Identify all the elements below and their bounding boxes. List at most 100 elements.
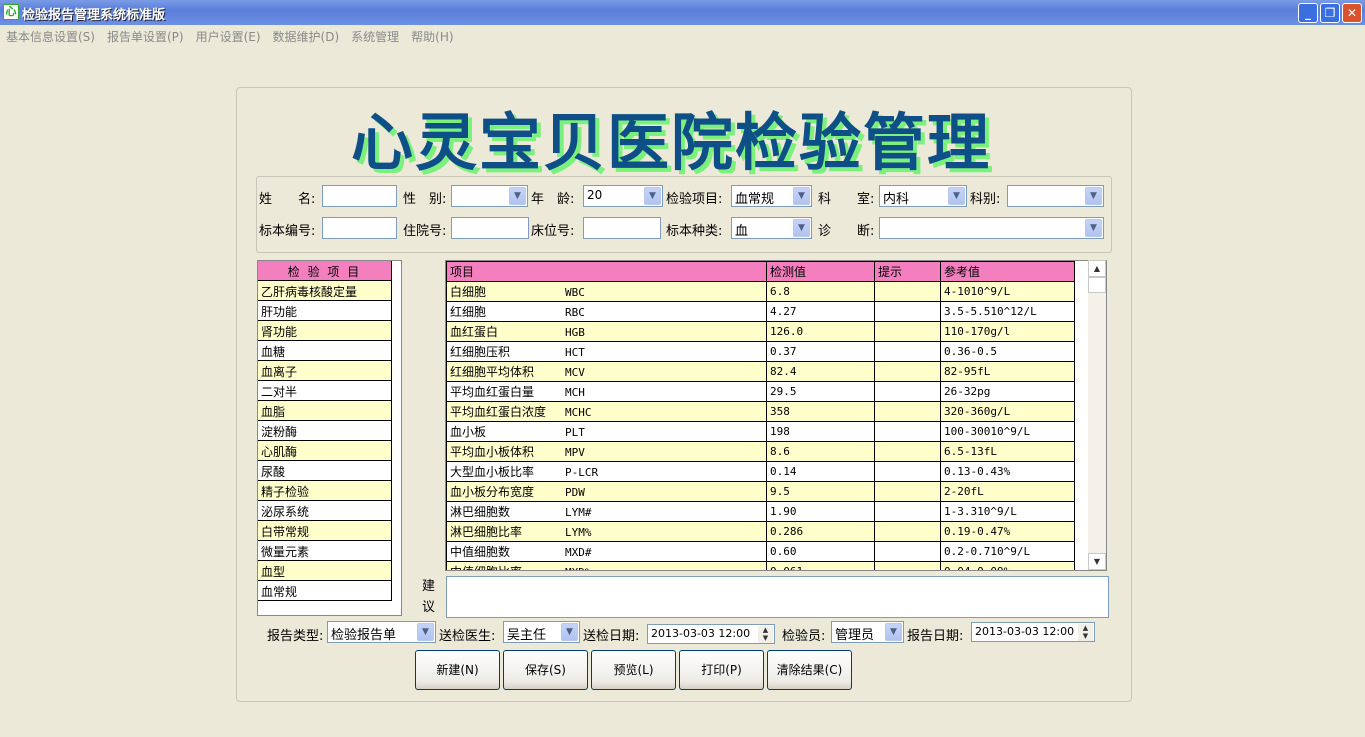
value-cell[interactable]: 4.27 <box>766 301 875 322</box>
hint-cell[interactable] <box>874 521 941 542</box>
test-list-item[interactable]: 血脂 <box>258 401 392 421</box>
item-cell[interactable]: 血小板 PLT <box>446 421 767 442</box>
item-cell[interactable]: 中值细胞比率MXD% <box>446 561 767 570</box>
chevron-down-icon[interactable]: ▼ <box>793 187 810 205</box>
result-row[interactable]: 大型血小板比率 P-LCR 0.14 0.13-0.43% <box>446 461 1075 482</box>
menu-basic-info[interactable]: 基本信息设置(S) <box>0 25 101 45</box>
ref-cell[interactable]: 2-20fL <box>940 481 1075 502</box>
hint-cell[interactable] <box>874 281 941 302</box>
inspector-select[interactable]: 管理员 ▼ <box>831 621 904 643</box>
clear-results-button[interactable]: 清除结果(C) <box>767 650 852 690</box>
ref-cell[interactable]: 4-1010^9/L <box>940 281 1075 302</box>
ref-cell[interactable]: 100-30010^9/L <box>940 421 1075 442</box>
value-cell[interactable]: 0.286 <box>766 521 875 542</box>
item-cell[interactable]: 血小板分布宽度 PDW <box>446 481 767 502</box>
advice-textarea[interactable] <box>446 576 1109 618</box>
result-row[interactable]: 红细胞 RBC 4.27 3.5-5.510^12/L <box>446 301 1075 322</box>
result-row[interactable]: 中值细胞数 MXD# 0.60 0.2-0.710^9/L <box>446 541 1075 562</box>
result-row[interactable]: 血红蛋白 HGB 126.0 110-170g/l <box>446 321 1075 342</box>
item-cell[interactable]: 大型血小板比率 P-LCR <box>446 461 767 482</box>
item-cell[interactable]: 白细胞 WBC <box>446 281 767 302</box>
spinner-icon[interactable]: ▲ ▼ <box>758 626 773 643</box>
item-cell[interactable]: 血红蛋白 HGB <box>446 321 767 342</box>
preview-button[interactable]: 预览(L) <box>591 650 676 690</box>
age-select[interactable]: 20 ▼ <box>583 185 663 207</box>
chevron-down-icon[interactable]: ▼ <box>948 187 965 205</box>
scroll-down-icon[interactable]: ▼ <box>1088 553 1106 570</box>
value-cell[interactable]: 0.14 <box>766 461 875 482</box>
hint-cell[interactable] <box>874 461 941 482</box>
test-list-item[interactable]: 血糖 <box>258 341 392 361</box>
value-cell[interactable]: 1.90 <box>766 501 875 522</box>
item-cell[interactable]: 平均血小板体积 MPV <box>446 441 767 462</box>
test-list-item[interactable]: 乙肝病毒核酸定量 <box>258 281 392 301</box>
dept-select[interactable]: 内科 ▼ <box>879 185 967 207</box>
new-button[interactable]: 新建(N) <box>415 650 500 690</box>
result-row[interactable]: 白细胞 WBC 6.8 4-1010^9/L <box>446 281 1075 302</box>
hint-cell[interactable] <box>874 501 941 522</box>
doctor-select[interactable]: 吴主任 ▼ <box>503 621 580 643</box>
hint-cell[interactable] <box>874 381 941 402</box>
value-cell[interactable]: 198 <box>766 421 875 442</box>
menu-help[interactable]: 帮助(H) <box>405 25 459 45</box>
chevron-down-icon[interactable]: ▼ <box>417 623 434 641</box>
col-ref[interactable]: 参考值 <box>940 261 1075 282</box>
test-list-item[interactable]: 白带常规 <box>258 521 392 541</box>
ref-cell[interactable]: 0.36-0.5 <box>940 341 1075 362</box>
test-list-item[interactable]: 泌尿系统 <box>258 501 392 521</box>
ref-cell[interactable]: 110-170g/l <box>940 321 1075 342</box>
ref-cell[interactable]: 6.5-13fL <box>940 441 1075 462</box>
hint-cell[interactable] <box>874 301 941 322</box>
chevron-down-icon[interactable]: ▼ <box>1085 187 1102 205</box>
item-cell[interactable]: 平均血红蛋白量 MCH <box>446 381 767 402</box>
col-hint[interactable]: 提示 <box>874 261 941 282</box>
test-list-item[interactable]: 尿酸 <box>258 461 392 481</box>
specimen-no-input[interactable] <box>322 217 397 239</box>
test-list-item[interactable]: 心肌酶 <box>258 441 392 461</box>
item-cell[interactable]: 平均血红蛋白浓度 MCHC <box>446 401 767 422</box>
hint-cell[interactable] <box>874 341 941 362</box>
menu-data-maintenance[interactable]: 数据维护(D) <box>267 25 346 45</box>
specimen-type-select[interactable]: 血 ▼ <box>731 217 812 239</box>
test-list-item[interactable]: 肝功能 <box>258 301 392 321</box>
name-input[interactable] <box>322 185 397 207</box>
value-cell[interactable]: 0.60 <box>766 541 875 562</box>
report-type-select[interactable]: 检验报告单 ▼ <box>327 621 436 643</box>
hint-cell[interactable] <box>874 421 941 442</box>
value-cell[interactable]: 9.5 <box>766 481 875 502</box>
hint-cell[interactable] <box>874 541 941 562</box>
chevron-down-icon[interactable]: ▼ <box>509 187 526 205</box>
report-date-picker[interactable]: 2013-03-03 12:00 ▲ ▼ <box>971 622 1095 642</box>
ref-cell[interactable]: 0.2-0.710^9/L <box>940 541 1075 562</box>
result-row[interactable]: 淋巴细胞比率 LYM% 0.286 0.19-0.47% <box>446 521 1075 542</box>
ref-cell[interactable]: 320-360g/L <box>940 401 1075 422</box>
inpatient-no-input[interactable] <box>451 217 529 239</box>
item-cell[interactable]: 红细胞平均体积 MCV <box>446 361 767 382</box>
chevron-down-icon[interactable]: ▼ <box>1085 219 1102 237</box>
ref-cell[interactable]: 3.5-5.510^12/L <box>940 301 1075 322</box>
test-list-item[interactable]: 血离子 <box>258 361 392 381</box>
subdept-select[interactable]: ▼ <box>1007 185 1104 207</box>
bed-no-input[interactable] <box>583 217 661 239</box>
test-list-item[interactable]: 二对半 <box>258 381 392 401</box>
result-row[interactable]: 血小板分布宽度 PDW 9.5 2-20fL <box>446 481 1075 502</box>
col-item[interactable]: 项目 <box>446 261 767 282</box>
ref-cell[interactable]: 0.19-0.47% <box>940 521 1075 542</box>
hint-cell[interactable] <box>874 401 941 422</box>
send-date-picker[interactable]: 2013-03-03 12:00 ▲ ▼ <box>647 624 775 644</box>
item-cell[interactable]: 中值细胞数 MXD# <box>446 541 767 562</box>
test-list-item[interactable]: 血常规 <box>258 581 392 601</box>
value-cell[interactable]: 126.0 <box>766 321 875 342</box>
hint-cell[interactable] <box>874 361 941 382</box>
item-cell[interactable]: 淋巴细胞数 LYM# <box>446 501 767 522</box>
restore-button[interactable]: ❐ <box>1320 3 1340 23</box>
hint-cell[interactable] <box>874 441 941 462</box>
value-cell[interactable]: 6.8 <box>766 281 875 302</box>
menu-report-settings[interactable]: 报告单设置(P) <box>101 25 190 45</box>
result-row[interactable]: 中值细胞比率MXD% 0.061 0.04-0.09% <box>446 561 1075 570</box>
value-cell[interactable]: 0.061 <box>766 561 875 570</box>
item-cell[interactable]: 红细胞 RBC <box>446 301 767 322</box>
test-list-item[interactable]: 精子检验 <box>258 481 392 501</box>
value-cell[interactable]: 82.4 <box>766 361 875 382</box>
result-row[interactable]: 平均血红蛋白浓度 MCHC 358 320-360g/L <box>446 401 1075 422</box>
